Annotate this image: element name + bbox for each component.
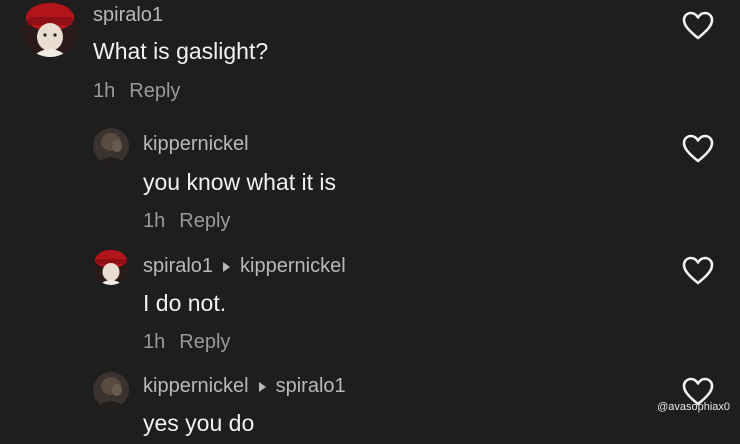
avatar[interactable]	[93, 372, 129, 408]
reply-to-username[interactable]: kippernickel	[240, 255, 346, 278]
reply-button[interactable]: Reply	[129, 80, 180, 102]
avatar[interactable]	[93, 128, 129, 164]
comment-meta: 1h Reply	[143, 210, 230, 233]
username-label[interactable]: kippernickel	[143, 375, 249, 398]
reply-arrow-icon	[223, 261, 231, 272]
reply-to-username[interactable]: spiralo1	[276, 375, 346, 398]
like-heart-icon[interactable]	[682, 11, 714, 41]
reply-button[interactable]: Reply	[179, 331, 230, 353]
red-hat-avatar-icon	[93, 249, 129, 285]
comment-username[interactable]: kippernickel	[143, 133, 249, 156]
comment-text: yes you do	[143, 410, 255, 436]
like-heart-icon[interactable]	[682, 134, 714, 164]
watermark-text: @avasophiax0	[657, 401, 730, 413]
comment-text: I do not.	[143, 290, 227, 316]
comment-time: 1h	[143, 331, 166, 353]
username-label[interactable]: spiralo1	[143, 255, 213, 278]
red-hat-avatar-icon	[22, 1, 78, 57]
avatar[interactable]	[22, 1, 78, 57]
like-heart-icon[interactable]	[682, 256, 714, 286]
comment-meta: 1h Reply	[93, 80, 180, 103]
dark-avatar-icon	[93, 128, 129, 164]
comment-username[interactable]: spiralo1 kippernickel	[143, 255, 346, 278]
dark-avatar-icon	[93, 372, 129, 408]
avatar[interactable]	[93, 249, 129, 285]
comment-username[interactable]: kippernickel spiralo1	[143, 375, 346, 398]
comment-username[interactable]: spiralo1	[93, 4, 163, 27]
comment-time: 1h	[143, 210, 166, 232]
comment-meta: 1h Reply	[143, 331, 230, 354]
comment-text: you know what it is	[143, 169, 337, 195]
comment-time: 1h	[93, 80, 116, 102]
comment-text: What is gaslight?	[93, 38, 269, 64]
reply-button[interactable]: Reply	[179, 210, 230, 232]
reply-arrow-icon	[258, 381, 266, 392]
